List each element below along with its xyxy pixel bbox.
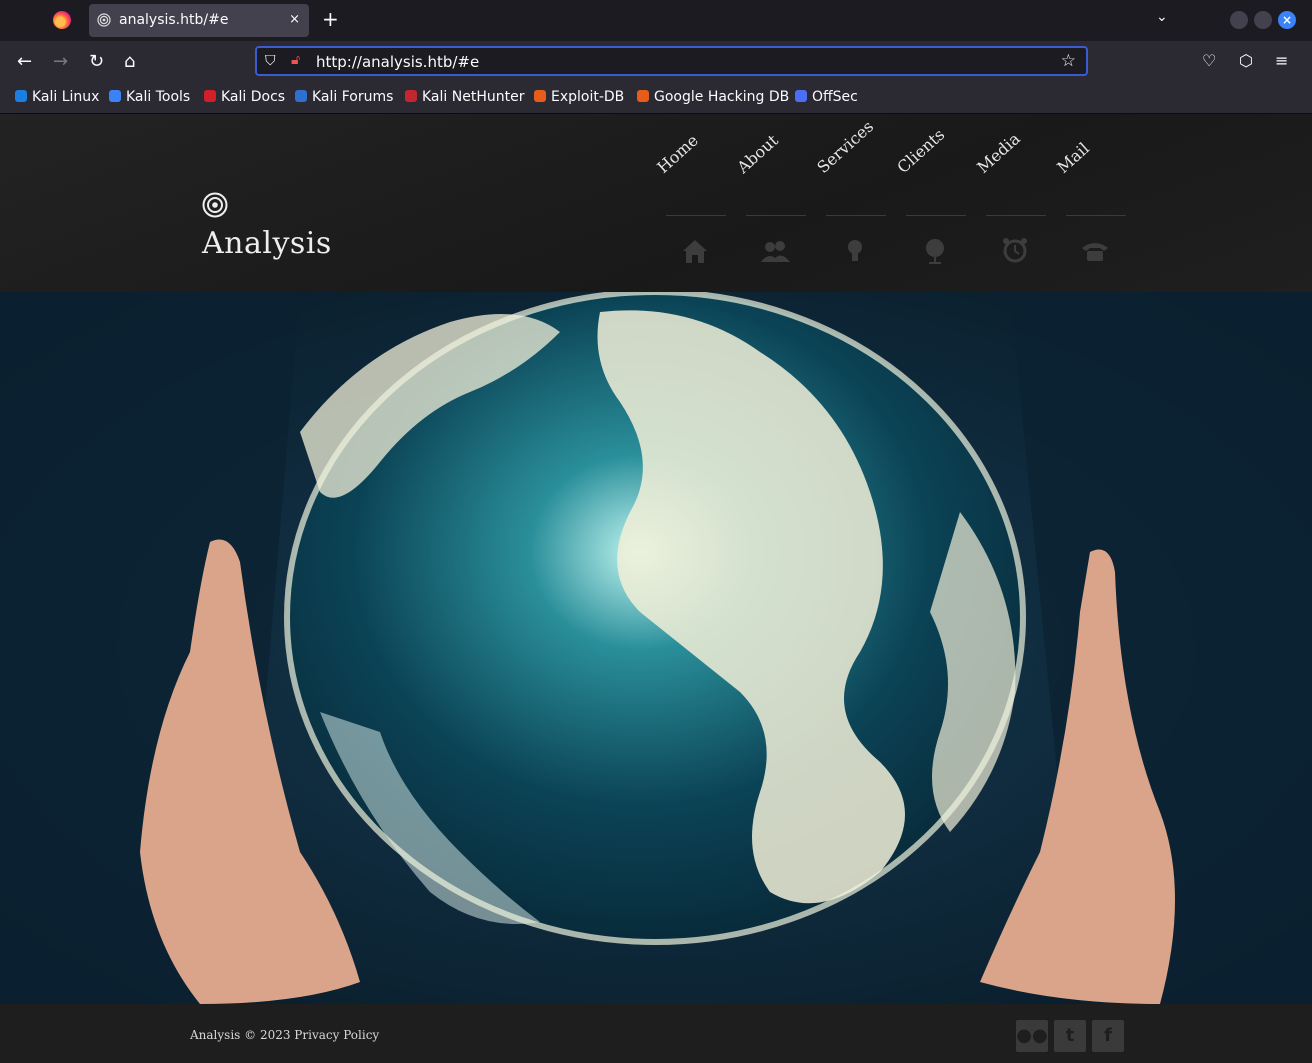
kali-tools-icon [109, 90, 121, 102]
twitter-icon[interactable]: t [1054, 1020, 1086, 1052]
bookmark-star-icon[interactable]: ☆ [1061, 51, 1076, 71]
pocket-icon[interactable]: ♡ [1202, 51, 1216, 70]
tab-active[interactable]: analysis.htb/#e × [89, 4, 309, 37]
alarm-clock-icon [1003, 238, 1027, 263]
firefox-icon[interactable] [53, 11, 71, 29]
url-bar[interactable]: ⛉ 🔓︎ http://analysis.htb/#e ☆ [255, 46, 1088, 76]
web-page: Analysis Home About Services Clients Med… [0, 114, 1312, 1063]
bookmark-kali-nethunter[interactable]: Kali NetHunter [405, 89, 524, 105]
forward-button[interactable]: → [53, 51, 68, 72]
maximize-button[interactable] [1254, 11, 1272, 29]
target-logo-icon[interactable] [202, 192, 228, 218]
lightbulb-icon [848, 240, 862, 261]
bookmark-kali-tools[interactable]: Kali Tools [109, 89, 190, 105]
bookmark-offsec[interactable]: OffSec [795, 89, 858, 105]
google-hacking-db-icon [637, 90, 649, 102]
home-button[interactable]: ⌂ [124, 51, 135, 72]
hero-image [0, 292, 1312, 1004]
insecure-lock-icon[interactable]: 🔓︎ [291, 52, 300, 68]
bookmark-exploit-db[interactable]: Exploit-DB [534, 89, 624, 105]
bookmark-google-hacking-db[interactable]: Google Hacking DB [637, 89, 789, 105]
kali-docs-icon [204, 90, 216, 102]
window-close-button[interactable]: × [1278, 11, 1296, 29]
app-menu-icon[interactable]: ≡ [1275, 51, 1288, 70]
people-icon [761, 241, 790, 262]
site-logo-text[interactable]: Analysis [202, 226, 332, 261]
menu-item-services[interactable]: Services [813, 114, 886, 292]
bookmark-kali-docs[interactable]: Kali Docs [204, 89, 285, 105]
tab-title: analysis.htb/#e [119, 12, 229, 28]
menu-item-clients[interactable]: Clients [893, 114, 966, 292]
facebook-icon[interactable]: f [1092, 1020, 1124, 1052]
extensions-icon[interactable]: ⬡ [1239, 51, 1253, 70]
url-input[interactable]: http://analysis.htb/#e [316, 53, 479, 71]
menu-item-mail[interactable]: Mail [1053, 114, 1126, 292]
offsec-icon [795, 90, 807, 102]
site-favicon-icon [97, 13, 111, 27]
new-tab-button[interactable]: + [322, 7, 339, 31]
navigation-toolbar: ← → ↻ ⌂ ⛉ 🔓︎ http://analysis.htb/#e ☆ ♡ … [0, 41, 1312, 83]
bookmark-kali-linux[interactable]: Kali Linux [15, 89, 99, 105]
kali-linux-icon [15, 90, 27, 102]
footer-copyright[interactable]: Analysis © 2023 Privacy Policy [190, 1028, 379, 1042]
shield-icon[interactable]: ⛉ [265, 53, 276, 69]
site-footer: Analysis © 2023 Privacy Policy ●● t f [0, 1004, 1312, 1063]
kali-nethunter-icon [405, 90, 417, 102]
exploit-db-icon [534, 90, 546, 102]
minimize-button[interactable] [1230, 11, 1248, 29]
menu-item-about[interactable]: About [733, 114, 806, 292]
menu-item-media[interactable]: Media [973, 114, 1046, 292]
reload-button[interactable]: ↻ [89, 51, 104, 72]
flickr-icon[interactable]: ●● [1016, 1020, 1048, 1052]
kali-forums-icon [295, 90, 307, 102]
tab-list-chevron-icon[interactable]: ⌄ [1156, 9, 1168, 25]
tab-close-icon[interactable]: × [289, 12, 300, 27]
telephone-icon [1082, 243, 1108, 261]
site-header: Analysis Home About Services Clients Med… [0, 114, 1312, 292]
globe-network-illustration [0, 292, 1312, 1004]
bookmark-kali-forums[interactable]: Kali Forums [295, 89, 393, 105]
house-icon [683, 240, 707, 263]
tab-strip: analysis.htb/#e × + ⌄ × [0, 0, 1312, 41]
menu-item-home[interactable]: Home [653, 114, 726, 292]
bookmarks-toolbar: Kali Linux Kali Tools Kali Docs Kali For… [0, 83, 1312, 114]
back-button[interactable]: ← [17, 51, 32, 72]
globe-icon [926, 239, 944, 264]
